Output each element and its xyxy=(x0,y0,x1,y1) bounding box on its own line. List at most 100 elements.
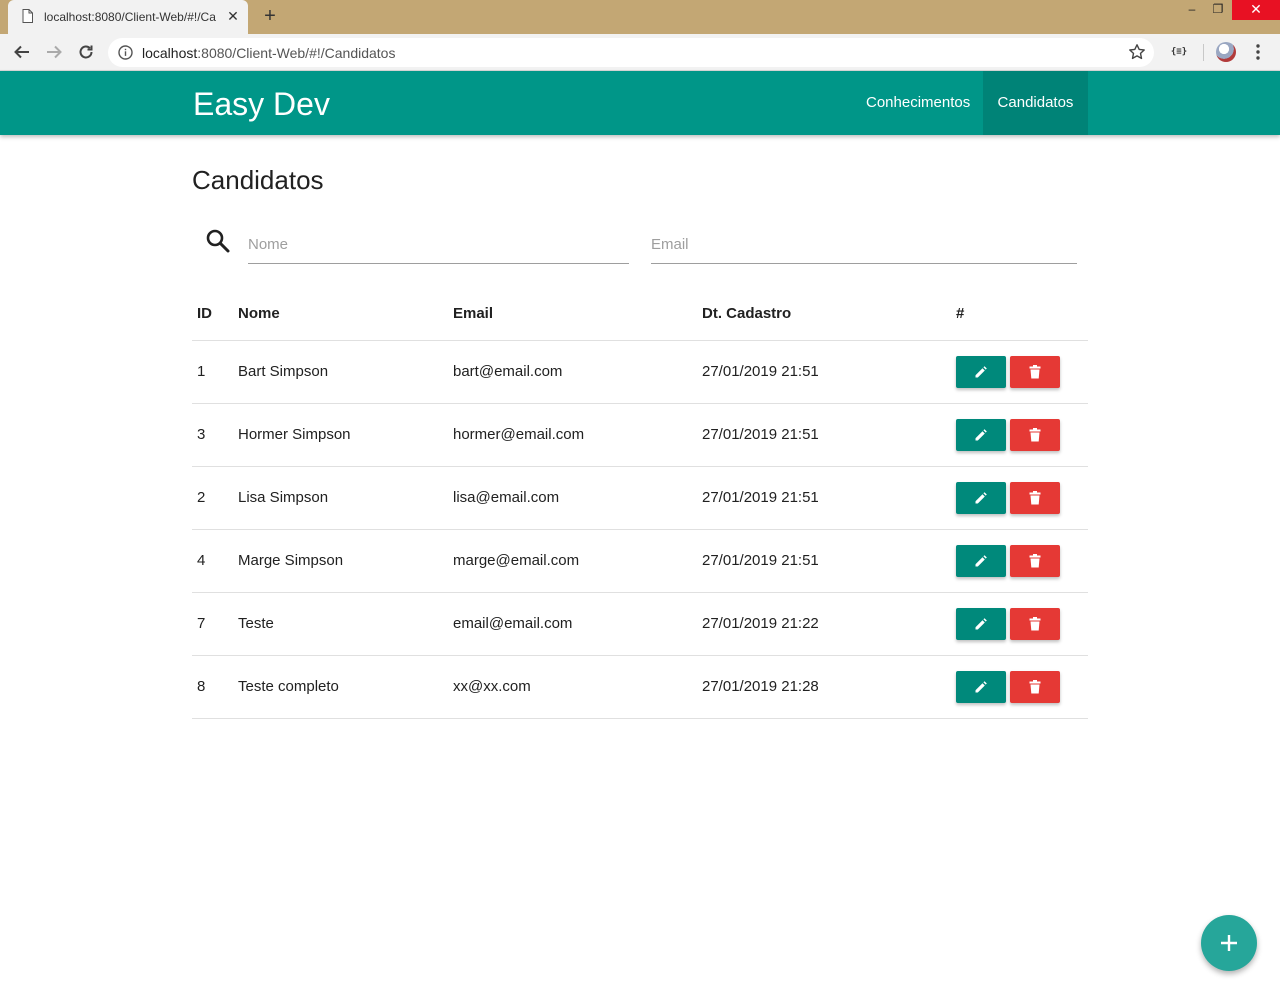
row-actions xyxy=(956,670,1083,703)
address-bar[interactable]: localhost:8080/Client-Web/#!/Candidatos xyxy=(108,38,1154,67)
cell-nome: Hormer Simpson xyxy=(238,403,453,467)
nome-search-input[interactable] xyxy=(248,226,629,264)
cell-dt-cadastro: 27/01/2019 21:51 xyxy=(702,340,951,404)
delete-button[interactable] xyxy=(1010,481,1060,514)
trash-icon xyxy=(1029,364,1041,378)
page-title: Candidatos xyxy=(192,165,324,195)
cell-actions xyxy=(951,403,1088,467)
table-row: 4 Marge Simpson marge@email.com 27/01/2019 … xyxy=(192,529,1088,593)
cell-nome: Teste completo xyxy=(238,655,453,719)
cell-dt-cadastro: 27/01/2019 21:51 xyxy=(702,466,951,530)
cell-email: email@email.com xyxy=(453,592,702,656)
table-header-row: ID Nome Email Dt. Cadastro # xyxy=(192,288,1088,341)
delete-button[interactable] xyxy=(1010,355,1060,388)
cell-email: hormer@email.com xyxy=(453,403,702,467)
edit-button[interactable] xyxy=(956,544,1006,577)
email-search-input[interactable] xyxy=(651,226,1077,264)
trash-icon xyxy=(1029,679,1041,693)
column-header-email: Email xyxy=(453,288,702,341)
delete-button[interactable] xyxy=(1010,670,1060,703)
pencil-icon xyxy=(975,680,987,692)
info-icon[interactable] xyxy=(118,45,133,60)
table-row: 2 Lisa Simpson lisa@email.com 27/01/2019 21… xyxy=(192,466,1088,530)
pencil-icon xyxy=(975,428,987,440)
browser-menu-icon[interactable] xyxy=(1250,42,1266,62)
url-host: localhost xyxy=(142,45,198,61)
column-header-dt-cadastro: Dt. Cadastro xyxy=(702,288,951,341)
search-icon xyxy=(206,229,230,253)
browser-titlebar: localhost:8080/Client-Web/#!/Ca ✕ + – ❐ … xyxy=(0,0,1280,34)
trash-icon xyxy=(1029,490,1041,504)
cell-id: 1 xyxy=(192,340,238,404)
table-row: 8 Teste completo xx@xx.com 27/01/2019 21:28 xyxy=(192,655,1088,719)
row-actions xyxy=(956,607,1083,640)
nav-item-conhecimentos[interactable]: Conhecimentos xyxy=(851,71,985,135)
tab-close-icon[interactable]: ✕ xyxy=(226,9,240,23)
back-arrow-icon[interactable] xyxy=(10,40,34,64)
row-actions xyxy=(956,418,1083,451)
app-navbar: Easy Dev Conhecimentos Candidatos xyxy=(0,71,1280,135)
cell-nome: Marge Simpson xyxy=(238,529,453,593)
window-minimize-button[interactable]: – xyxy=(1178,0,1206,20)
pencil-icon xyxy=(975,491,987,503)
edit-button[interactable] xyxy=(956,481,1006,514)
cell-actions xyxy=(951,592,1088,656)
cell-dt-cadastro: 27/01/2019 21:51 xyxy=(702,403,951,467)
brand-logo[interactable]: Easy Dev xyxy=(193,86,330,122)
pencil-icon xyxy=(975,617,987,629)
table-row: 3 Hormer Simpson hormer@email.com 27/01/201… xyxy=(192,403,1088,467)
toolbar-divider xyxy=(1203,44,1204,61)
cell-dt-cadastro: 27/01/2019 21:51 xyxy=(702,529,951,593)
trash-icon xyxy=(1029,616,1041,630)
browser-tab[interactable]: localhost:8080/Client-Web/#!/Ca ✕ xyxy=(8,0,248,34)
cell-id: 8 xyxy=(192,655,238,719)
bookmark-star-icon[interactable] xyxy=(1128,43,1146,61)
row-actions xyxy=(956,544,1083,577)
plus-icon xyxy=(1221,935,1237,951)
candidates-table: ID Nome Email Dt. Cadastro # 1 Bart Simps… xyxy=(192,288,1088,719)
delete-button[interactable] xyxy=(1010,607,1060,640)
window-close-button[interactable]: ✕ xyxy=(1232,0,1280,20)
edit-button[interactable] xyxy=(956,607,1006,640)
cell-nome: Lisa Simpson xyxy=(238,466,453,530)
url-text: localhost:8080/Client-Web/#!/Candidatos xyxy=(142,45,395,61)
window-maximize-button[interactable]: ❐ xyxy=(1204,0,1232,20)
reload-icon[interactable] xyxy=(74,40,98,64)
edit-button[interactable] xyxy=(956,418,1006,451)
forward-arrow-icon[interactable] xyxy=(42,40,66,64)
cell-email: xx@xx.com xyxy=(453,655,702,719)
trash-icon xyxy=(1029,553,1041,567)
column-header-nome: Nome xyxy=(238,288,453,341)
cell-nome: Teste xyxy=(238,592,453,656)
row-actions xyxy=(956,481,1083,514)
trash-icon xyxy=(1029,427,1041,441)
cell-id: 7 xyxy=(192,592,238,656)
table-row: 1 Bart Simpson bart@email.com 27/01/2019 21… xyxy=(192,340,1088,404)
extension-icon[interactable]: {≡} xyxy=(1168,43,1190,61)
pencil-icon xyxy=(975,365,987,377)
cell-actions xyxy=(951,340,1088,404)
delete-button[interactable] xyxy=(1010,544,1060,577)
delete-button[interactable] xyxy=(1010,418,1060,451)
cell-dt-cadastro: 27/01/2019 21:22 xyxy=(702,592,951,656)
url-path: :8080/Client-Web/#!/Candidatos xyxy=(197,45,396,61)
edit-button[interactable] xyxy=(956,670,1006,703)
browser-toolbar: localhost:8080/Client-Web/#!/Candidatos … xyxy=(0,34,1280,71)
page-icon xyxy=(22,9,33,23)
cell-actions xyxy=(951,466,1088,530)
column-header-actions: # xyxy=(951,288,1088,341)
cell-actions xyxy=(951,655,1088,719)
add-candidate-button[interactable] xyxy=(1201,915,1257,971)
cell-id: 2 xyxy=(192,466,238,530)
edit-button[interactable] xyxy=(956,355,1006,388)
cell-id: 4 xyxy=(192,529,238,593)
column-header-id: ID xyxy=(192,288,238,341)
nav-item-candidatos[interactable]: Candidatos xyxy=(983,71,1088,135)
table-row: 7 Teste email@email.com 27/01/2019 21:22 xyxy=(192,592,1088,656)
new-tab-button[interactable]: + xyxy=(260,6,280,26)
cell-dt-cadastro: 27/01/2019 21:28 xyxy=(702,655,951,719)
cell-id: 3 xyxy=(192,403,238,467)
profile-avatar-icon[interactable] xyxy=(1216,42,1236,62)
row-actions xyxy=(956,355,1083,388)
pencil-icon xyxy=(975,554,987,566)
